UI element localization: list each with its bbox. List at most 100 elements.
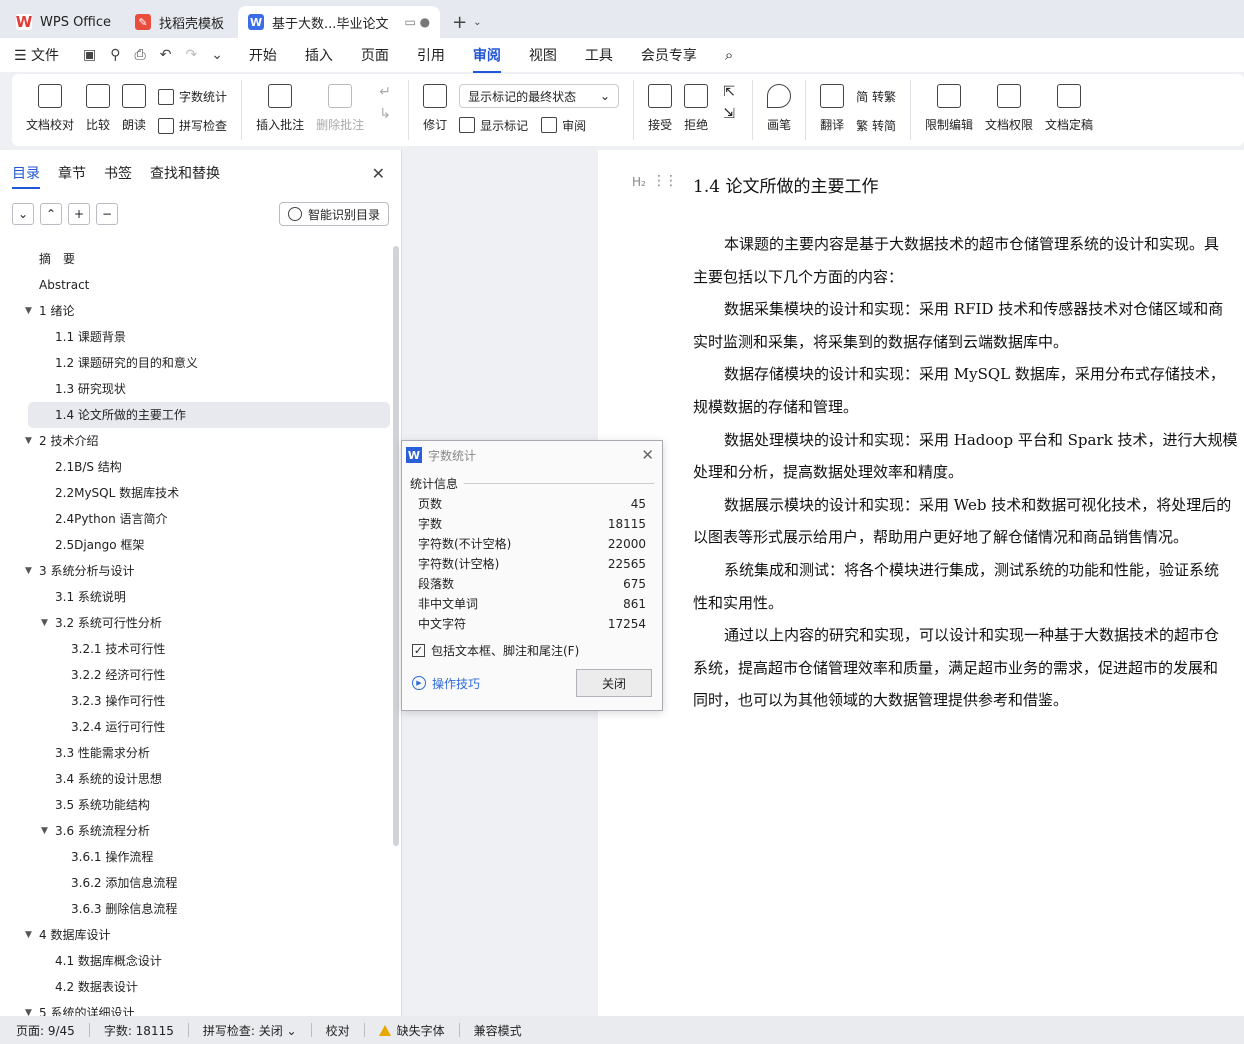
toc-item[interactable]: ▼ 3.6 系统流程分析 <box>0 818 392 844</box>
word-count-status[interactable]: 字数: 18115 <box>104 1022 174 1039</box>
toc-item[interactable]: 3.5 系统功能结构 <box>0 792 392 818</box>
accept-button[interactable]: 接受 <box>642 80 678 146</box>
menu-item-references[interactable]: 引用 <box>417 45 445 65</box>
menu-item-page[interactable]: 页面 <box>361 45 389 65</box>
toc-item[interactable]: 4.2 数据表设计 <box>0 974 392 1000</box>
close-icon[interactable]: ✕ <box>372 164 385 183</box>
toc-item[interactable]: 3.1 系统说明 <box>0 584 392 610</box>
toc-item[interactable]: 3.2.1 技术可行性 <box>0 636 392 662</box>
toc-item[interactable]: 3.4 系统的设计思想 <box>0 766 392 792</box>
translate-button[interactable]: 翻译 <box>814 80 850 146</box>
toc-item[interactable]: 2.4Python 语言简介 <box>0 506 392 532</box>
toc-item[interactable]: 1.2 课题研究的目的和意义 <box>0 350 392 376</box>
toc-item[interactable]: 3.2.4 运行可行性 <box>0 714 392 740</box>
expand-arrow-icon[interactable]: ▼ <box>25 298 32 324</box>
delete-comment-button[interactable]: 删除批注 <box>310 80 370 146</box>
toc-item[interactable]: ▼ 3 系统分析与设计 <box>0 558 392 584</box>
save-icon[interactable]: ▣ <box>83 47 96 63</box>
page-indicator[interactable]: 页面: 9/45 <box>16 1022 75 1039</box>
restrict-edit-button[interactable]: 限制编辑 <box>919 80 979 146</box>
toc-item[interactable]: ▼ 3.2 系统可行性分析 <box>0 610 392 636</box>
expand-arrow-icon[interactable]: ▼ <box>25 922 32 948</box>
tab-sections[interactable]: 章节 <box>58 163 86 183</box>
proofread-status[interactable]: 校对 <box>326 1022 350 1039</box>
toc-item[interactable]: 2.5Django 框架 <box>0 532 392 558</box>
missing-font-status[interactable]: 缺失字体 <box>378 1022 445 1039</box>
toc-item[interactable]: 2.1B/S 结构 <box>0 454 392 480</box>
drag-handle-icon[interactable]: ⋮⋮ <box>652 173 678 189</box>
print-preview-icon[interactable]: ⎙ <box>135 47 146 63</box>
toc-item[interactable]: 3.6.3 删除信息流程 <box>0 896 392 922</box>
undo-icon[interactable]: ↶ <box>160 47 172 63</box>
toc-item[interactable]: 3.6.2 添加信息流程 <box>0 870 392 896</box>
tips-link[interactable]: ▶ 操作技巧 <box>412 675 480 692</box>
toc-item[interactable]: ▼ 4 数据库设计 <box>0 922 392 948</box>
close-icon[interactable]: ✕ <box>641 446 654 464</box>
toc-item[interactable]: ▼ 5 系统的详细设计 <box>0 1000 392 1016</box>
tab-window-icons[interactable]: ▭ ● <box>404 15 430 29</box>
heading-level-marker[interactable]: H₂ <box>632 175 646 189</box>
toc-item[interactable]: Abstract <box>0 272 392 298</box>
finalize-button[interactable]: 文档定稿 <box>1039 80 1099 146</box>
toc-item[interactable]: ▼ 2 技术介绍 <box>0 428 392 454</box>
chevron-down-icon[interactable]: ⌄ <box>12 203 34 225</box>
review-pane-button[interactable]: 审阅 <box>562 117 586 134</box>
file-menu[interactable]: ☰ 文件 <box>14 45 59 65</box>
show-markup-button[interactable]: 显示标记 <box>480 117 528 134</box>
compare-button[interactable]: 比较 <box>80 80 116 146</box>
dialog-title-bar[interactable]: W 字数统计 ✕ <box>402 441 662 469</box>
tab-bookmarks[interactable]: 书签 <box>104 163 132 183</box>
include-textboxes-checkbox[interactable]: ✓ 包括文本框、脚注和尾注(F) <box>402 634 662 659</box>
search-icon[interactable]: ⌕ <box>725 46 733 64</box>
toc-item[interactable]: 4.1 数据库概念设计 <box>0 948 392 974</box>
toc-item[interactable]: 1.3 研究现状 <box>0 376 392 402</box>
pen-button[interactable]: 画笔 <box>761 80 797 146</box>
tab-wps-office[interactable]: W WPS Office <box>6 6 122 38</box>
doc-proofread-button[interactable]: 文档校对 <box>20 80 80 146</box>
toc-item[interactable]: 3.6.1 操作流程 <box>0 844 392 870</box>
chevron-up-icon[interactable]: ⌃ <box>40 203 62 225</box>
read-aloud-button[interactable]: 朗读 <box>116 80 152 146</box>
track-changes-button[interactable]: 修订 <box>417 80 453 146</box>
revision-nav-buttons[interactable]: ⇱ ⇲ <box>714 80 744 146</box>
menu-item-membership[interactable]: 会员专享 <box>641 45 697 65</box>
tab-find-replace[interactable]: 查找和替换 <box>150 163 220 183</box>
word-count-button[interactable]: 字数统计 <box>158 84 227 110</box>
spell-check-status[interactable]: 拼写检查: 关闭 ⌄ <box>203 1022 297 1039</box>
minus-icon[interactable]: − <box>96 203 118 225</box>
toc-item[interactable]: ▼ 1 绪论 <box>0 298 392 324</box>
spell-check-button[interactable]: 拼写检查 <box>158 113 227 139</box>
smart-toc-button[interactable]: 智能识别目录 <box>278 202 389 226</box>
to-traditional-button[interactable]: 简 转繁 <box>856 84 896 110</box>
expand-arrow-icon[interactable]: ▼ <box>41 818 48 844</box>
doc-permission-button[interactable]: 文档权限 <box>979 80 1039 146</box>
expand-arrow-icon[interactable]: ▼ <box>25 428 32 454</box>
close-button[interactable]: 关闭 <box>576 669 652 697</box>
menu-item-review[interactable]: 审阅 <box>472 45 501 73</box>
menu-item-tools[interactable]: 工具 <box>585 45 613 65</box>
reject-button[interactable]: 拒绝 <box>678 80 714 146</box>
toc-item[interactable]: 2.2MySQL 数据库技术 <box>0 480 392 506</box>
menu-item-view[interactable]: 视图 <box>529 45 557 65</box>
toc-item[interactable]: 3.2.3 操作可行性 <box>0 688 392 714</box>
toc-scrollbar[interactable] <box>393 246 399 846</box>
comment-nav-buttons[interactable]: ↵ ↳ <box>370 80 400 146</box>
toc-item[interactable]: 1.4 论文所做的主要工作 <box>28 402 390 428</box>
chevron-down-icon[interactable]: ⌄ <box>211 47 223 63</box>
toc-item[interactable]: 1.1 课题背景 <box>0 324 392 350</box>
insert-comment-button[interactable]: 插入批注 <box>250 80 310 146</box>
expand-arrow-icon[interactable]: ▼ <box>25 1000 32 1016</box>
toc-item[interactable]: 3.2.2 经济可行性 <box>0 662 392 688</box>
menu-item-home[interactable]: 开始 <box>249 45 277 65</box>
tab-current-document[interactable]: W 基于大数...毕业论文 ▭ ● <box>238 6 441 38</box>
tab-docer-templates[interactable]: ✎ 找稻壳模板 <box>125 6 235 38</box>
share-icon[interactable]: ⚲ <box>110 47 120 63</box>
tab-toc[interactable]: 目录 <box>12 163 40 189</box>
expand-arrow-icon[interactable]: ▼ <box>25 558 32 584</box>
plus-icon[interactable]: + <box>68 203 90 225</box>
display-mode-dropdown[interactable]: 显示标记的最终状态 ⌄ <box>459 84 620 108</box>
to-simplified-button[interactable]: 繁 转简 <box>856 113 896 139</box>
redo-icon[interactable]: ↷ <box>185 47 197 63</box>
menu-item-insert[interactable]: 插入 <box>305 45 333 65</box>
toc-item[interactable]: 3.3 性能需求分析 <box>0 740 392 766</box>
